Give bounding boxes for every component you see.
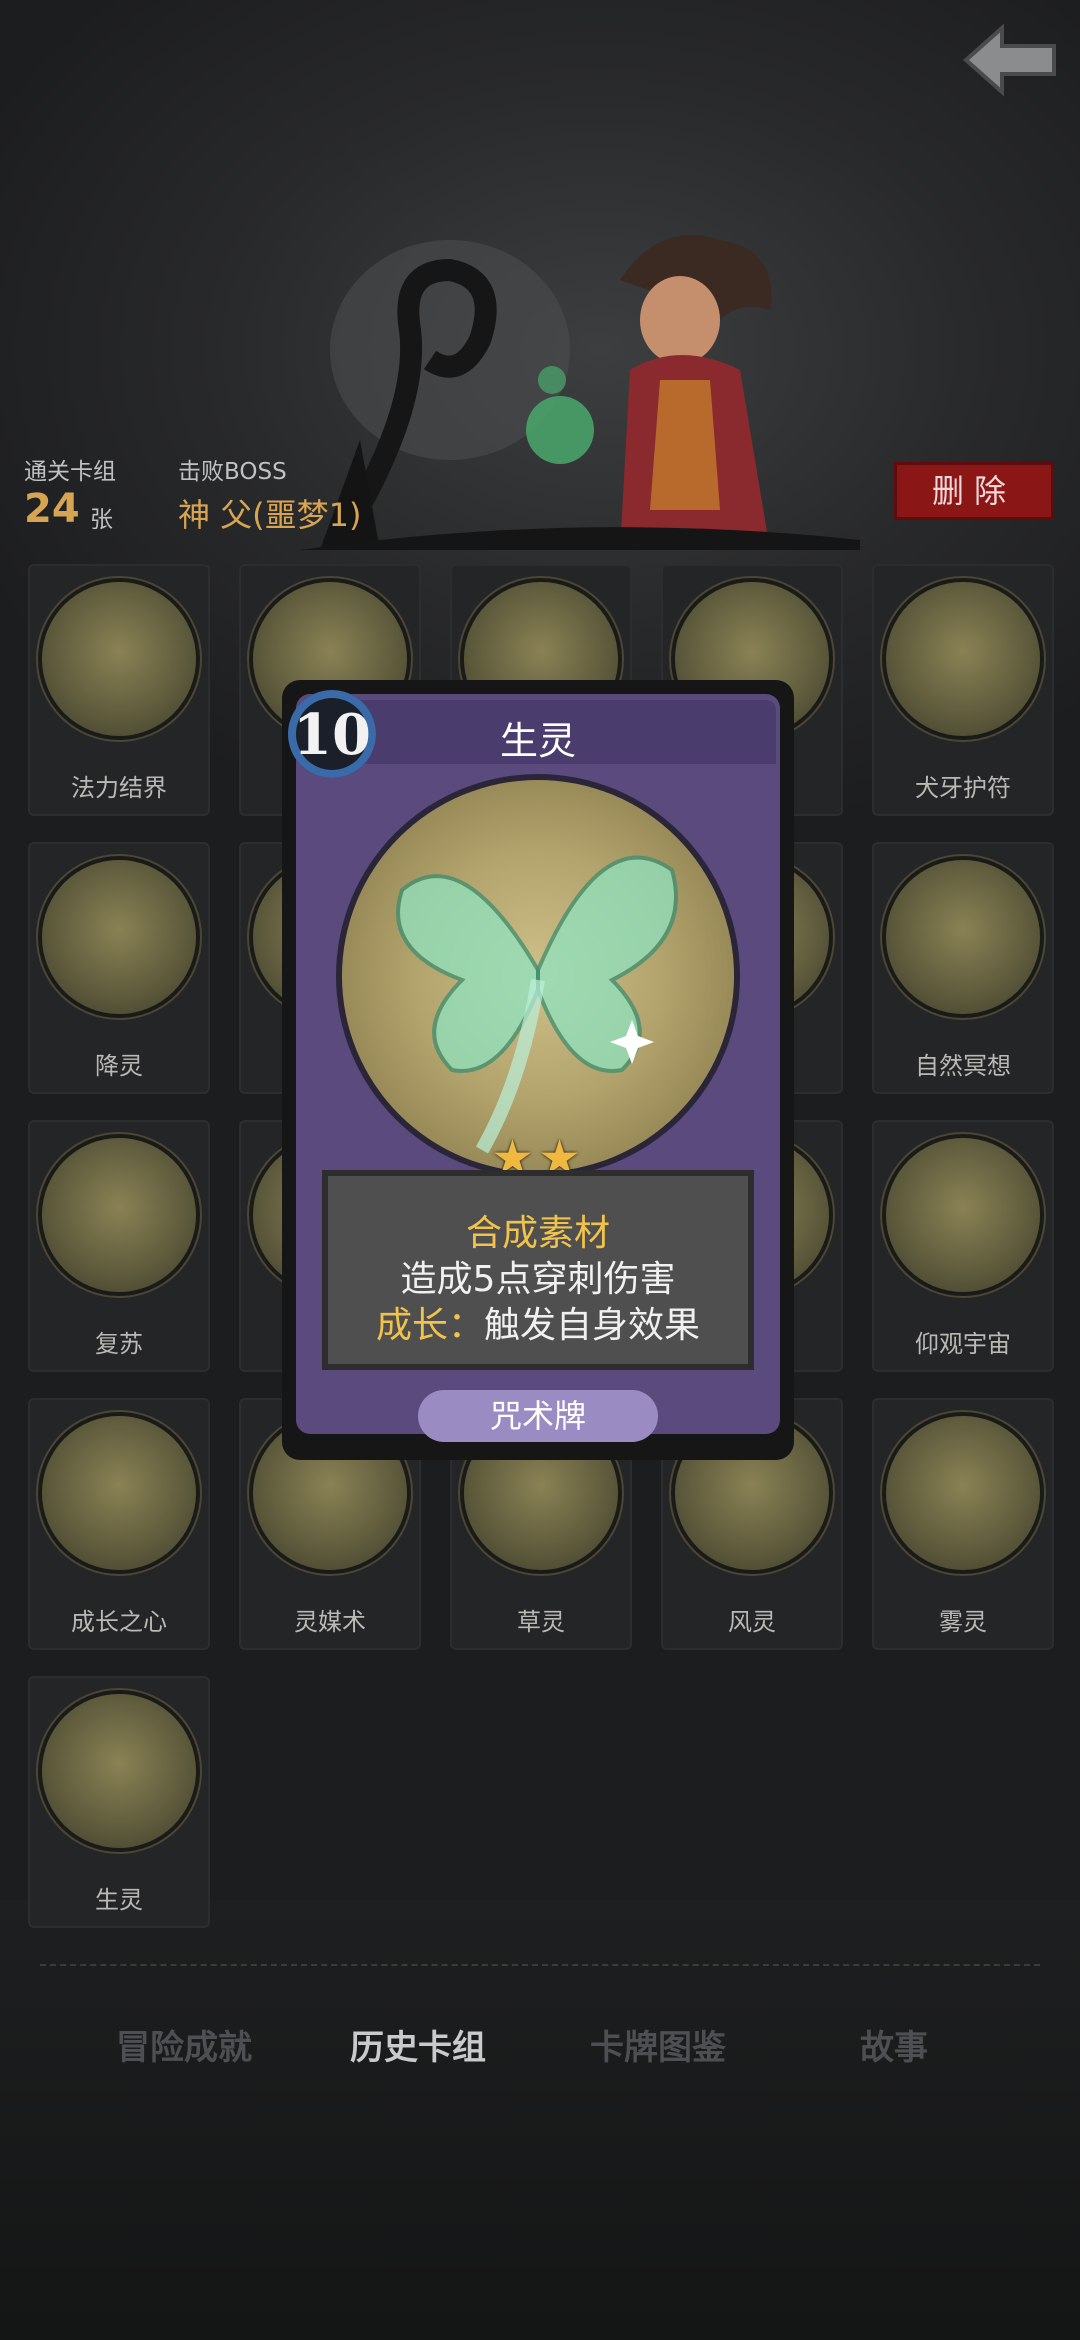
card-thumbnail (886, 860, 1040, 1014)
card-tile[interactable]: 犬牙护符 (872, 564, 1054, 816)
card-name: 法力结界 (71, 774, 167, 802)
card-thumbnail (42, 1138, 196, 1292)
tab-card-compendium[interactable]: 卡牌图鉴 (590, 2020, 726, 2069)
deck-count-value: 24 (24, 486, 80, 532)
hero-banner-art (300, 235, 860, 550)
card-name: 风灵 (728, 1608, 776, 1636)
card-tile[interactable]: 降灵 (28, 842, 210, 1094)
card-tile[interactable]: 生灵 (28, 1676, 210, 1928)
card-name: 灵媒术 (294, 1608, 366, 1636)
card-name: 复苏 (95, 1330, 143, 1358)
card-thumbnail (42, 1694, 196, 1848)
card-thumbnail (42, 582, 196, 736)
card-name: 生灵 (95, 1886, 143, 1914)
card-description: 合成素材 造成5点穿刺伤害 成长：触发自身效果 (322, 1170, 754, 1370)
card-thumbnail (886, 582, 1040, 736)
card-tile[interactable]: 仰观宇宙 (872, 1120, 1054, 1372)
card-tile[interactable]: 成长之心 (28, 1398, 210, 1650)
card-name: 雾灵 (939, 1608, 987, 1636)
card-name: 降灵 (95, 1052, 143, 1080)
boss-name: 神 父(噩梦1) (178, 496, 362, 534)
card-tile[interactable]: 雾灵 (872, 1398, 1054, 1650)
card-type: 咒术牌 (418, 1390, 658, 1442)
back-arrow-icon (962, 23, 1056, 97)
card-desc-line2: 造成5点穿刺伤害 (400, 1259, 676, 1300)
card-name: 仰观宇宙 (915, 1330, 1011, 1358)
card-thumbnail (886, 1138, 1040, 1292)
tab-history-decks[interactable]: 历史卡组 (350, 2020, 486, 2069)
card-tile[interactable]: 复苏 (28, 1120, 210, 1372)
growth-effect: 触发自身效果 (484, 1305, 701, 1346)
card-thumbnail (42, 1416, 196, 1570)
card-tile[interactable]: 自然冥想 (872, 842, 1054, 1094)
card-name: 自然冥想 (915, 1052, 1011, 1080)
deck-count-label: 通关卡组 (24, 459, 116, 485)
tab-story[interactable]: 故事 (860, 2020, 928, 2069)
card-name: 成长之心 (71, 1608, 167, 1636)
card-title: 生灵 (499, 719, 576, 763)
card-thumbnail (886, 1416, 1040, 1570)
card-detail-modal[interactable]: 10 生灵 ★★ 合成素材 造成5点穿刺伤害 成长：触发自身效果 咒术牌 (282, 680, 794, 1460)
card-name: 犬牙护符 (915, 774, 1011, 802)
butterfly-icon (396, 855, 678, 1154)
boss-label: 击败BOSS (178, 459, 287, 485)
tab-adventure-achievements[interactable]: 冒险成就 (116, 2020, 252, 2069)
deck-count-unit: 张 (90, 507, 113, 533)
growth-keyword: 成长： (375, 1305, 484, 1346)
card-tile[interactable]: 法力结界 (28, 564, 210, 816)
card-desc-line3: 成长：触发自身效果 (328, 1296, 748, 1348)
tab-divider (40, 1964, 1040, 1966)
delete-button[interactable]: 删除 (894, 462, 1054, 520)
card-name: 草灵 (517, 1608, 565, 1636)
back-button[interactable] (960, 20, 1060, 100)
card-desc-line1: 合成素材 (465, 1213, 610, 1254)
background-bottom (0, 1900, 1080, 2340)
card-art (342, 780, 734, 1172)
card-thumbnail (42, 860, 196, 1014)
